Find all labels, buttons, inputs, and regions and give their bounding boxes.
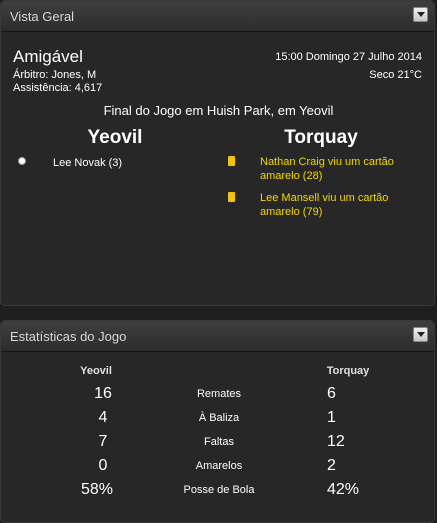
home-event-0: Lee Novak (3) xyxy=(53,157,123,169)
stat-home-value: 7 xyxy=(98,433,108,450)
away-event-0: Nathan Craig viu um cartão amarelo (28) xyxy=(260,156,394,182)
stat-label: Remates xyxy=(196,388,242,400)
overview-collapse-icon[interactable] xyxy=(413,7,428,22)
weather: Seco 21°C xyxy=(369,69,422,81)
stats-away-team: Torquay xyxy=(326,365,370,377)
stats-collapse-icon[interactable] xyxy=(413,327,428,342)
referee: Árbitro: Jones, M xyxy=(13,69,97,81)
match-type: Amigável xyxy=(13,47,83,66)
goal-ball-icon xyxy=(18,157,26,165)
yellow-card-icon xyxy=(228,192,235,202)
stat-home-value: 16 xyxy=(94,385,112,402)
stat-label: Amarelos xyxy=(195,460,243,472)
stat-away-value: 1 xyxy=(327,409,336,426)
stats-header: Estatísticas do Jogo xyxy=(1,321,434,352)
stat-home-value: 58% xyxy=(80,481,114,498)
yellow-card-icon xyxy=(228,156,235,166)
stat-away-value: 12 xyxy=(327,433,345,450)
stats-title: Estatísticas do Jogo xyxy=(10,329,127,344)
overview-panel: Vista Geral Amigável Árbitro: Jones, M A… xyxy=(0,0,435,306)
stat-label: À Baliza xyxy=(198,412,240,424)
stat-away-value: 42% xyxy=(327,481,360,498)
stat-label: Posse de Bola xyxy=(183,484,255,496)
stats-home-team: Yeovil xyxy=(80,365,112,377)
overview-header: Vista Geral xyxy=(1,1,434,32)
overview-title: Vista Geral xyxy=(10,9,75,24)
stat-home-value: 4 xyxy=(98,409,108,426)
stats-panel: Estatísticas do Jogo Yeovil Torquay 16 R… xyxy=(0,320,435,523)
match-datetime: 15:00 Domingo 27 Julho 2014 xyxy=(275,51,422,63)
attendance: Assistência: 4,617 xyxy=(13,82,103,94)
home-team-name: Yeovil xyxy=(87,127,143,148)
stat-home-value: 0 xyxy=(98,457,108,474)
stat-away-value: 6 xyxy=(327,385,336,402)
away-event-1: Lee Mansell viu um cartão amarelo (79) xyxy=(260,192,389,218)
result-text: Final do Jogo em Huish Park, em Yeovil xyxy=(103,103,334,118)
stat-away-value: 2 xyxy=(327,457,336,474)
away-team-name: Torquay xyxy=(284,127,358,148)
stat-label: Faltas xyxy=(204,436,234,448)
